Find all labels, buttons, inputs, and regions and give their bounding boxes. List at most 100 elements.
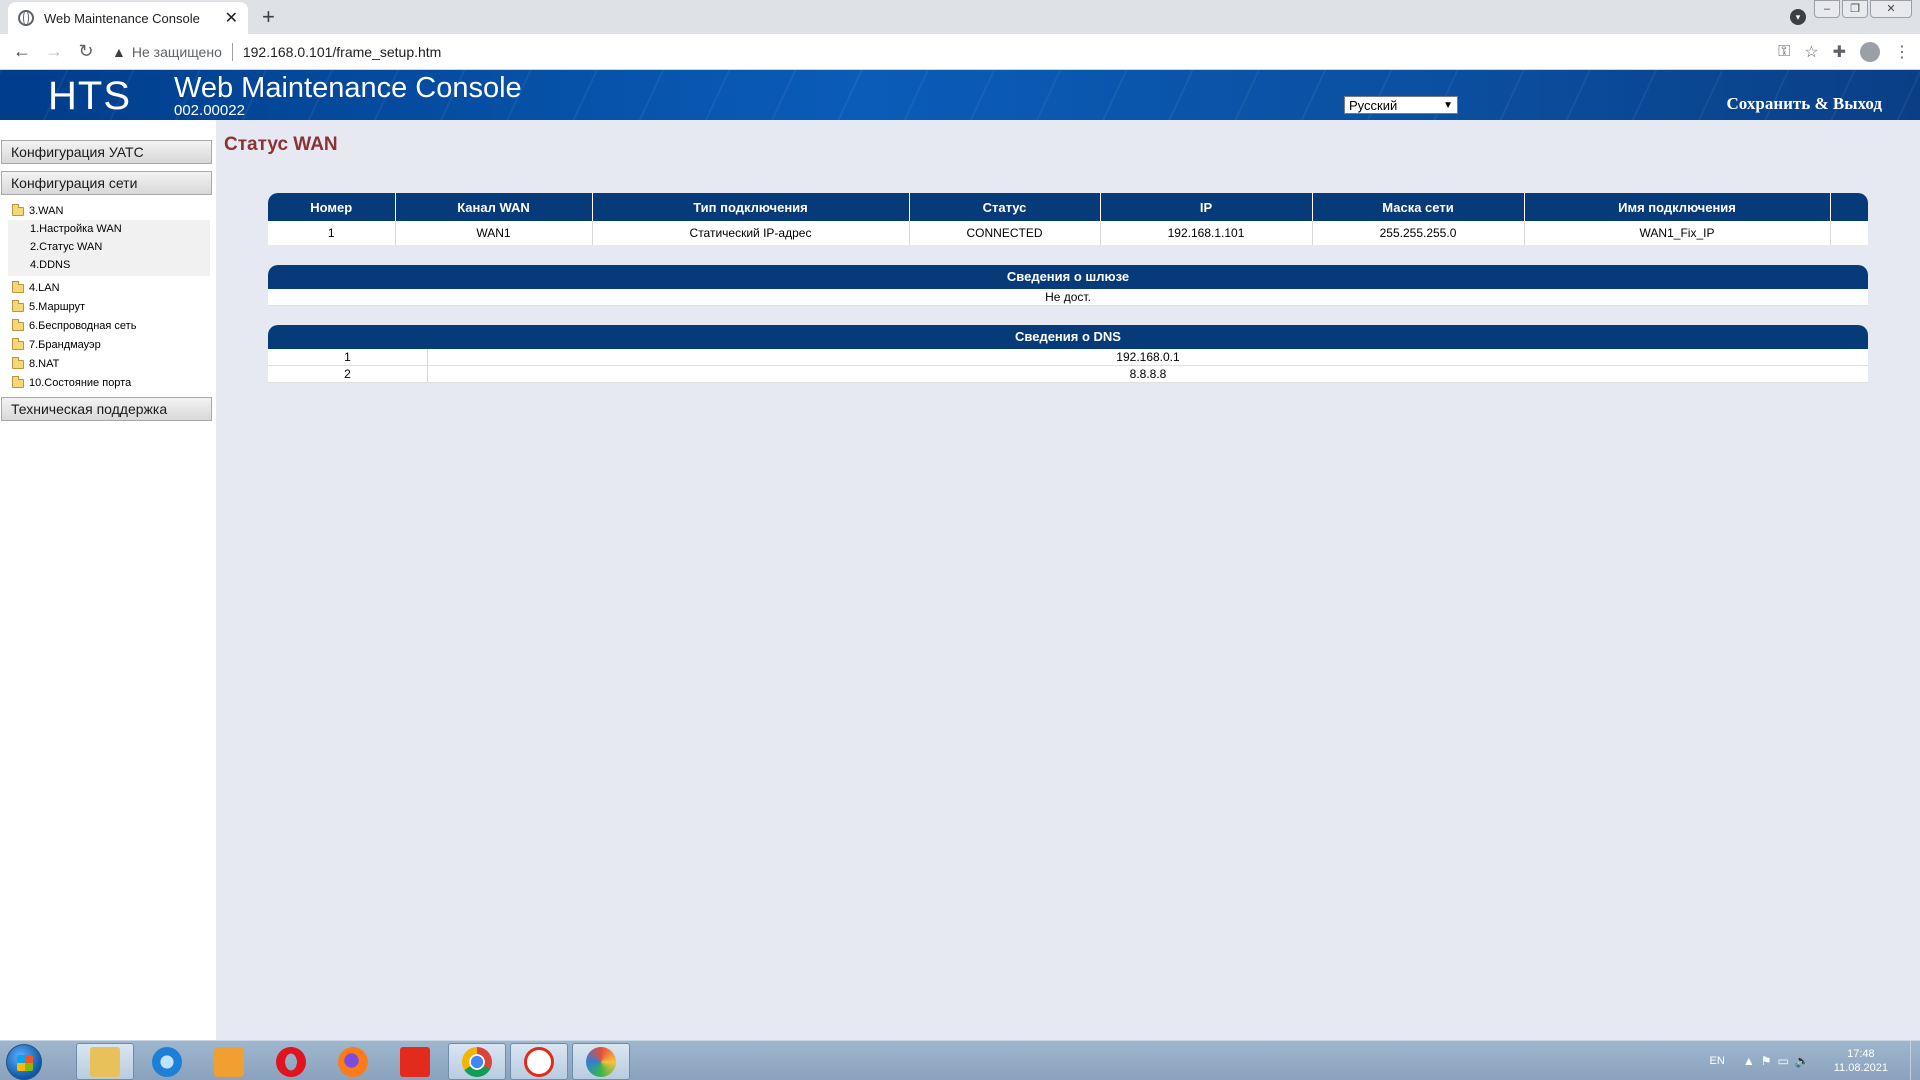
media-player-icon [214, 1046, 244, 1077]
app-title: Web Maintenance Console [174, 72, 522, 104]
browser-tab-strip: Web Maintenance Console ✕ + ▾ – ❐ ✕ [0, 0, 1920, 34]
table-row: 1 WAN1 Статический IP-адрес CONNECTED 19… [268, 221, 1868, 245]
internet-explorer-icon [152, 1046, 182, 1077]
start-button[interactable] [6, 1044, 42, 1080]
table-row: 1 192.168.0.1 [268, 349, 1868, 366]
folder-icon [12, 203, 24, 216]
sidebar-item-lan[interactable]: 4.LAN [12, 280, 60, 294]
taskbar-yandex-browser[interactable] [510, 1043, 568, 1080]
taskbar-opera[interactable] [262, 1043, 320, 1080]
chevron-down-icon: ▼ [1443, 99, 1453, 111]
sidebar-network-config[interactable]: Конфигурация сети [1, 171, 212, 195]
sidebar-item-nat[interactable]: 8.NAT [12, 356, 59, 370]
dns-header: Сведения о DNS [268, 325, 1868, 349]
app-header: HTS Web Maintenance Console 002.00022 Ру… [0, 70, 1920, 120]
table-cell: 255.255.255.0 [1312, 221, 1525, 245]
omnibox-separator [231, 42, 233, 61]
sidebar-item-firewall[interactable]: 7.Брандмауэр [12, 337, 101, 351]
folder-icon [12, 356, 24, 369]
taskbar-firefox[interactable] [324, 1043, 382, 1080]
address-bar: ← → ↻ ▲ Не защищено 192.168.0.101/frame_… [0, 34, 1920, 70]
sidebar-item-wan-status[interactable]: 2.Статус WAN [30, 241, 102, 253]
folder-icon [12, 318, 24, 331]
taskbar-ie[interactable] [138, 1043, 196, 1080]
column-header: IP [1100, 193, 1313, 221]
taskbar-yandex[interactable] [386, 1043, 444, 1080]
forward-arrow-icon[interactable]: → [38, 41, 70, 62]
yandex-browser-icon [524, 1046, 554, 1077]
globe-icon [18, 10, 34, 26]
folder-icon [12, 337, 24, 350]
sidebar-item-ddns[interactable]: 4.DDNS [30, 259, 70, 271]
table-cell: 1 [268, 221, 396, 245]
column-header: Статус [909, 193, 1101, 221]
toolbar-icons: ⚿ ☆ ✚ ⋮ [1778, 34, 1910, 70]
dns-section: Сведения о DNS 1 192.168.0.1 2 8.8.8.8 [268, 325, 1868, 383]
profile-avatar[interactable] [1860, 42, 1880, 62]
close-tab-icon[interactable]: ✕ [225, 8, 238, 28]
tab-search-icon[interactable]: ▾ [1790, 9, 1806, 25]
language-value: Русский [1349, 97, 1398, 113]
column-header: Номер [268, 193, 396, 221]
dns-number: 2 [268, 366, 428, 382]
table-row: 2 8.8.8.8 [268, 366, 1868, 383]
sidebar-item-wan[interactable]: 3.WAN [12, 203, 64, 217]
gateway-section: Сведения о шлюзе Не дост. [268, 265, 1868, 306]
column-header: Тип подключения [592, 193, 910, 221]
sidebar-item-label: 3.WAN [29, 205, 64, 217]
gateway-header: Сведения о шлюзе [268, 265, 1868, 289]
sidebar-item-route[interactable]: 5.Маршрут [12, 299, 85, 313]
menu-dots-icon[interactable]: ⋮ [1894, 42, 1910, 62]
tab-title: Web Maintenance Console [44, 10, 200, 26]
warning-icon[interactable]: ▲ [112, 44, 126, 60]
version-number: 002.00022 [174, 102, 245, 119]
table-cell: WAN1 [395, 221, 593, 245]
sidebar-item-wireless[interactable]: 6.Беспроводная сеть [12, 318, 136, 332]
gateway-value: Не дост. [1045, 290, 1091, 304]
firefox-icon [338, 1046, 368, 1077]
close-window-button[interactable]: ✕ [1870, 0, 1912, 18]
save-exit-link[interactable]: Сохранить & Выход [1727, 94, 1882, 114]
taskbar-media[interactable] [200, 1043, 258, 1080]
restore-button[interactable]: ❐ [1842, 0, 1868, 18]
browser-tab[interactable]: Web Maintenance Console ✕ [8, 2, 248, 34]
brand-logo: HTS [48, 74, 131, 118]
dns-number: 1 [268, 349, 428, 365]
taskbar-explorer[interactable] [76, 1043, 134, 1080]
omnibox[interactable]: ▲ Не защищено 192.168.0.101/frame_setup.… [112, 38, 441, 66]
new-tab-button[interactable]: + [262, 4, 275, 30]
taskbar-chrome[interactable] [448, 1043, 506, 1080]
paint-icon [586, 1046, 616, 1077]
back-arrow-icon[interactable]: ← [6, 41, 38, 62]
sidebar-item-wan-setup[interactable]: 1.Настройка WAN [30, 223, 122, 235]
dns-value: 8.8.8.8 [1129, 367, 1167, 381]
folder-icon [12, 299, 24, 312]
url-text[interactable]: 192.168.0.101/frame_setup.htm [243, 44, 441, 60]
wan-status-table: Номер Канал WAN Тип подключения Статус I… [268, 193, 1868, 245]
minimize-button[interactable]: – [1814, 0, 1840, 18]
sidebar-pbx-config[interactable]: Конфигурация УАТС [1, 140, 212, 164]
table-cell [1830, 221, 1868, 245]
reload-icon[interactable]: ↻ [70, 41, 102, 62]
column-header [1830, 193, 1868, 221]
clock-time: 17:48 [1847, 1048, 1875, 1060]
input-language[interactable]: EN [1710, 1055, 1725, 1067]
language-select[interactable]: Русский ▼ [1344, 96, 1458, 114]
show-desktop-button[interactable] [1910, 1041, 1920, 1080]
folder-icon [12, 375, 24, 388]
tray-icons[interactable]: ▲⚑▭🔈 [1743, 1054, 1816, 1068]
key-icon[interactable]: ⚿ [1778, 43, 1790, 61]
clock-date: 11.08.2021 [1833, 1062, 1888, 1074]
chrome-icon [462, 1046, 492, 1077]
sidebar-tech-support[interactable]: Техническая поддержка [1, 397, 212, 421]
table-cell: WAN1_Fix_IP [1524, 221, 1831, 245]
star-icon[interactable]: ☆ [1804, 42, 1818, 62]
taskbar-paint[interactable] [572, 1043, 630, 1080]
clock[interactable]: 17:48 11.08.2021 [1834, 1047, 1888, 1075]
yandex-icon [400, 1046, 430, 1077]
gateway-row: Не дост. [268, 289, 1868, 306]
sidebar-item-port-status[interactable]: 10.Состояние порта [12, 375, 131, 389]
extensions-icon[interactable]: ✚ [1833, 42, 1846, 62]
sidebar: Конфигурация УАТС Конфигурация сети 3.WA… [0, 120, 216, 1040]
column-header: Канал WAN [395, 193, 593, 221]
